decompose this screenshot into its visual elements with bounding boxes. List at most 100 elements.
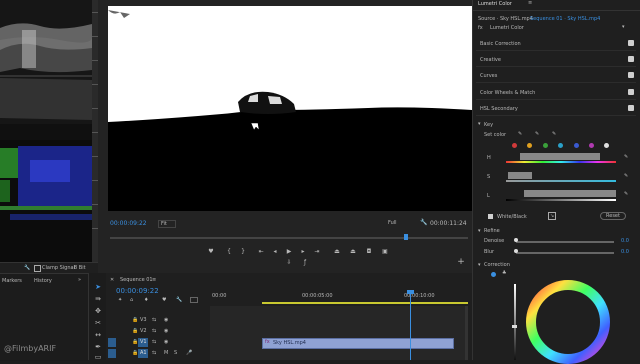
step-back-icon[interactable]: ◂ [270, 248, 280, 256]
eyedropper-icon[interactable]: ✎ [624, 191, 628, 197]
go-to-out-icon[interactable]: ⇥ [312, 248, 322, 256]
wrench-icon[interactable]: 🔧 [176, 297, 182, 303]
add-button-icon[interactable]: + [456, 258, 466, 267]
snap-icon[interactable]: ✦ [118, 297, 122, 303]
source-patch-v1[interactable] [108, 338, 116, 347]
wrench-icon[interactable]: 🔧 [420, 219, 427, 226]
color-wheel[interactable] [526, 280, 610, 364]
blur-handle[interactable] [514, 249, 518, 253]
captions-icon[interactable] [190, 297, 198, 303]
clamp-signal-checkbox[interactable] [34, 265, 41, 272]
section-basic-correction[interactable]: Basic Correction [476, 38, 636, 51]
source-label[interactable]: Source · Sky HSL.mp4 [478, 16, 533, 22]
lift-icon[interactable]: ⏏ [332, 248, 342, 256]
mute-icon[interactable]: M [164, 350, 168, 356]
swatch-red[interactable] [512, 143, 517, 148]
swatch-blue[interactable] [574, 143, 579, 148]
timeline-ruler[interactable]: 00:00 00:00:05:00 00:00:10:00 [210, 292, 468, 306]
export-frame-icon[interactable]: ⇩ [284, 259, 294, 267]
panel-menu-icon[interactable]: » [78, 277, 81, 283]
luminance-slider[interactable] [506, 199, 616, 201]
extract-icon[interactable]: ⏏ [348, 248, 358, 256]
invert-mask-icon[interactable]: ↘ [548, 212, 557, 220]
correction-luma-slider[interactable] [514, 284, 516, 360]
sync-icon[interactable]: ⇆ [152, 328, 156, 334]
timeline-scrollbar[interactable] [465, 306, 468, 360]
playhead-marker[interactable] [404, 234, 408, 240]
comparison-icon[interactable]: ▣ [380, 248, 390, 256]
razor-icon[interactable]: ✂ [93, 319, 103, 327]
add-marker-icon[interactable]: ♥ [162, 297, 166, 303]
fx-icon[interactable]: ƒ [300, 259, 310, 267]
monitor-scrub-bar[interactable] [110, 234, 468, 240]
work-area-bar[interactable] [262, 302, 468, 304]
swatch-green[interactable] [543, 143, 548, 148]
eyedropper-remove-icon[interactable]: ✎ [552, 131, 556, 137]
three-way-icon[interactable]: ♣ [502, 270, 506, 276]
wrench-icon[interactable]: 🔧 [24, 265, 30, 271]
panel-title[interactable]: Lumetri Color [478, 1, 512, 7]
track-area[interactable] [210, 306, 468, 360]
linked-selection-icon[interactable]: ⌂ [130, 297, 133, 303]
eyedropper-add-icon[interactable]: ✎ [535, 131, 539, 137]
microphone-icon[interactable]: 🎤 [186, 350, 192, 356]
video-clip[interactable]: fx Sky HSL.mp4 [262, 338, 454, 349]
luminance-range[interactable] [524, 190, 616, 197]
show-mask-checkbox[interactable] [488, 214, 493, 219]
timeline-playhead[interactable] [410, 292, 411, 360]
saturation-slider[interactable] [506, 180, 616, 182]
section-curves[interactable]: Curves [476, 70, 636, 83]
timeline-timecode[interactable]: 00:00:09:22 [116, 287, 159, 295]
denoise-handle[interactable] [514, 238, 518, 242]
eye-icon[interactable]: ◉ [164, 339, 168, 345]
hue-range[interactable] [520, 153, 600, 160]
denoise-slider[interactable] [516, 241, 614, 243]
sync-icon[interactable]: ⇆ [152, 317, 156, 323]
slip-icon[interactable]: ↔ [93, 331, 103, 339]
enable-checkbox[interactable] [628, 40, 634, 46]
zoom-select[interactable]: Fit [158, 220, 176, 228]
reset-button[interactable]: Reset [600, 212, 626, 220]
sequence-label[interactable]: Sequence 01 · Sky HSL.mp4 [530, 16, 600, 22]
swatch-white[interactable] [604, 143, 609, 148]
selection-tool-icon[interactable]: ➤ [93, 283, 103, 291]
hue-slider[interactable] [506, 161, 616, 163]
panel-menu-icon[interactable]: ≡ [152, 277, 156, 283]
swatch-cyan[interactable] [558, 143, 563, 148]
add-marker-icon[interactable]: ♥ [206, 248, 216, 256]
eye-icon[interactable]: ◉ [164, 317, 168, 323]
current-timecode[interactable]: 00:00:09:22 [110, 220, 147, 227]
tab-history[interactable]: History [34, 278, 52, 284]
ripple-edit-icon[interactable]: ✥ [93, 307, 103, 315]
pen-icon[interactable]: ✒ [93, 343, 103, 351]
saturation-range[interactable] [508, 172, 532, 179]
blur-value[interactable]: 0.0 [621, 249, 629, 255]
eyedropper-icon[interactable]: ✎ [624, 154, 628, 160]
mark-out-icon[interactable]: } [238, 248, 248, 256]
swatch-magenta[interactable] [589, 143, 594, 148]
chevron-down-icon[interactable]: ▾ [478, 262, 481, 268]
sync-icon[interactable]: ⇆ [152, 339, 156, 345]
enable-checkbox[interactable] [628, 56, 634, 62]
resolution-select[interactable]: Full [388, 220, 397, 226]
camera-icon[interactable]: ◘ [364, 248, 374, 256]
solo-icon[interactable]: S [174, 350, 177, 356]
eye-icon[interactable]: ◉ [164, 328, 168, 334]
go-to-in-icon[interactable]: ⇤ [256, 248, 266, 256]
blur-slider[interactable] [516, 252, 614, 254]
section-hsl-secondary[interactable]: HSL Secondary [476, 103, 636, 116]
eyedropper-icon[interactable]: ✎ [624, 173, 628, 179]
lock-icon[interactable]: 🔒 [132, 328, 138, 334]
lock-icon[interactable]: 🔒 [132, 317, 138, 323]
close-icon[interactable]: ✕ [110, 277, 114, 283]
enable-checkbox[interactable] [628, 105, 634, 111]
chevron-down-icon[interactable]: ▾ [478, 228, 481, 234]
correction-mode-icon[interactable] [491, 272, 496, 277]
chevron-down-icon[interactable]: ▾ [622, 24, 625, 30]
mark-in-icon[interactable]: { [224, 248, 234, 256]
section-color-wheels[interactable]: Color Wheels & Match [476, 87, 636, 100]
playhead-handle[interactable] [407, 290, 414, 294]
denoise-value[interactable]: 0.0 [621, 238, 629, 244]
sequence-tab[interactable]: Sequence 01 [120, 277, 153, 283]
enable-checkbox[interactable] [628, 89, 634, 95]
